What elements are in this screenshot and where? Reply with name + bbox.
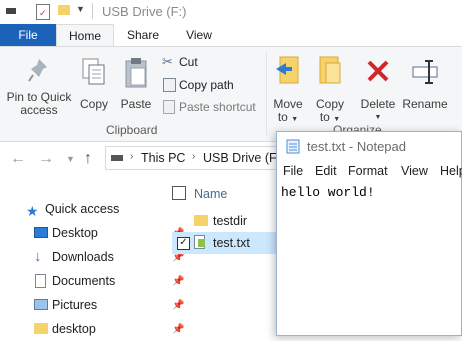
- file-name: testdir: [213, 214, 248, 228]
- address-bar[interactable]: › This PC › USB Drive (F:: [105, 146, 280, 170]
- rename-icon: [412, 60, 438, 84]
- clipboard-group-label: Clipboard: [106, 123, 158, 137]
- paste-shortcut-button: Paste shortcut: [160, 98, 270, 116]
- notepad-text-area[interactable]: hello world!: [281, 185, 375, 200]
- menu-file[interactable]: File: [283, 164, 303, 178]
- window-title: USB Drive (F:): [102, 4, 187, 19]
- move-to-icon: [276, 56, 299, 84]
- copy-icon: [82, 58, 105, 85]
- scissors-icon: ✂: [162, 54, 173, 69]
- file-row-testdir[interactable]: testdir: [172, 210, 276, 232]
- desktop-icon: [34, 227, 48, 238]
- move-to-text: to: [277, 110, 288, 124]
- tab-view[interactable]: View: [174, 24, 224, 46]
- copy-path-button[interactable]: Copy path: [160, 76, 260, 94]
- copy-label: Copy: [79, 97, 108, 111]
- copy-path-label: Copy path: [179, 78, 234, 92]
- pictures-icon: [34, 299, 48, 310]
- paste-shortcut-label: Paste shortcut: [179, 100, 256, 114]
- tab-home[interactable]: Home: [56, 24, 114, 47]
- menu-format[interactable]: Format: [348, 164, 388, 178]
- nav-label: Pictures: [52, 298, 98, 312]
- copy-button[interactable]: Copy: [78, 55, 110, 117]
- file-row-test-txt[interactable]: ✓ test.txt: [172, 232, 276, 254]
- drive-icon: [6, 8, 16, 14]
- copy-to-icon: [319, 56, 341, 84]
- tab-share[interactable]: Share: [118, 24, 168, 46]
- move-to-label-2: to ▼: [270, 111, 306, 126]
- ribbon-separator: [266, 51, 267, 135]
- copy-to-dropdown-icon: ▼: [333, 116, 341, 123]
- paste-label: Paste: [120, 97, 152, 111]
- recent-locations-icon[interactable]: ▼: [66, 154, 75, 164]
- folder-icon: [34, 323, 48, 334]
- move-to-dropdown-icon: ▼: [291, 116, 299, 123]
- delete-label: Delete: [360, 97, 396, 111]
- pin-icon: [28, 59, 47, 82]
- row-checkbox[interactable]: ✓: [177, 237, 190, 250]
- pin-icon[interactable]: 📌: [172, 295, 184, 317]
- nav-label: Quick access: [45, 202, 120, 216]
- ribbon: Pin to Quick access Copy Paste ✂ Cut Cop…: [0, 46, 462, 142]
- menu-help[interactable]: Help: [440, 164, 462, 178]
- nav-label: desktop: [52, 322, 96, 336]
- breadcrumb-usb-drive[interactable]: USB Drive (F:: [203, 151, 280, 165]
- customize-qat-icon[interactable]: ▼: [76, 4, 85, 14]
- tab-file[interactable]: File: [0, 24, 56, 46]
- menu-edit[interactable]: Edit: [315, 164, 337, 178]
- file-name: test.txt: [213, 236, 250, 250]
- folder-icon: [194, 215, 208, 226]
- drive-icon: [111, 155, 123, 161]
- select-all-checkbox[interactable]: [172, 186, 186, 200]
- cut-button[interactable]: ✂ Cut: [160, 53, 260, 71]
- notepad-menu-bar: File Edit Format View Help: [277, 162, 462, 182]
- delete-button[interactable]: Delete ▼: [358, 55, 398, 121]
- pin-to-quick-access-button[interactable]: Pin to Quick access: [4, 55, 74, 117]
- breadcrumb-this-pc[interactable]: This PC: [141, 151, 185, 165]
- new-folder-icon[interactable]: [58, 5, 70, 15]
- ribbon-tabs: File Home Share View: [0, 24, 462, 47]
- menu-view[interactable]: View: [401, 164, 428, 178]
- column-header-name[interactable]: Name: [194, 187, 227, 201]
- paste-shortcut-icon: [163, 100, 175, 114]
- notepad-window[interactable]: test.txt - Notepad File Edit Format View…: [276, 131, 462, 336]
- rename-label: Rename: [402, 97, 448, 111]
- nav-label: Documents: [52, 274, 116, 288]
- forward-arrow-icon[interactable]: →: [38, 150, 54, 168]
- properties-icon[interactable]: ✓: [36, 4, 50, 20]
- chevron-right-icon: ›: [192, 151, 196, 162]
- rename-button[interactable]: Rename: [402, 55, 448, 119]
- text-file-icon: [194, 235, 205, 249]
- chevron-right-icon: ›: [130, 151, 134, 162]
- copy-to-text: to: [319, 110, 330, 124]
- notepad-title: test.txt - Notepad: [307, 139, 406, 154]
- paste-button[interactable]: Paste: [118, 55, 154, 117]
- nav-label: Desktop: [52, 226, 98, 240]
- star-icon: ★: [26, 203, 39, 219]
- title-separator: [92, 3, 93, 19]
- document-icon: [35, 274, 46, 288]
- notepad-icon: [286, 139, 300, 154]
- nav-label: Downloads: [52, 250, 114, 264]
- paste-icon: [125, 58, 147, 88]
- pin-icon[interactable]: 📌: [172, 271, 184, 293]
- pin-label-2: access: [20, 103, 58, 117]
- file-icon-accent: [198, 239, 205, 247]
- copy-to-button[interactable]: Copy to ▼: [312, 55, 348, 124]
- move-to-button[interactable]: Move to ▼: [270, 55, 306, 124]
- cut-label: Cut: [179, 55, 198, 69]
- download-arrow-icon: ↓: [34, 248, 42, 265]
- copy-path-icon: [163, 78, 176, 92]
- back-arrow-icon[interactable]: ←: [10, 150, 26, 168]
- delete-icon: [367, 60, 389, 82]
- up-arrow-icon[interactable]: ↑: [84, 150, 92, 168]
- title-bar: ✓ ▼ USB Drive (F:): [0, 0, 462, 24]
- pin-icon[interactable]: 📌: [172, 319, 184, 341]
